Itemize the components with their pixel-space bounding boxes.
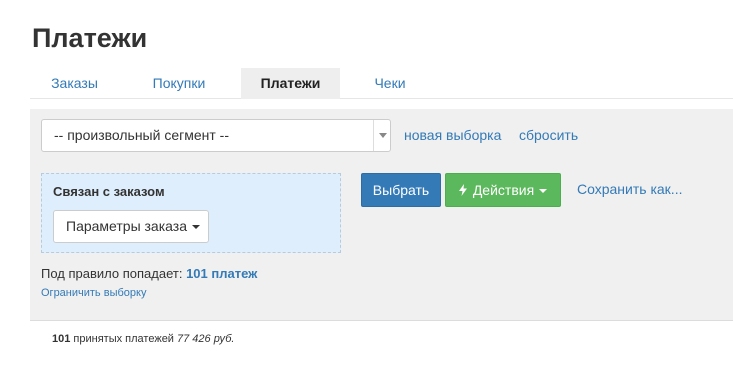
filter-panel: -- произвольный сегмент -- новая выборка… [30,109,733,321]
payments-summary: 101 принятых платежей 77 426 руб. [52,333,234,345]
condition-title: Связан с заказом [53,184,165,199]
condition-block: Связан с заказом Параметры заказа [41,173,341,253]
actions-button[interactable]: Действия [445,173,561,207]
rule-match-text: Под правило попадает: 101 платеж [41,266,257,281]
bolt-icon [458,184,467,196]
chevron-down-icon [379,133,387,138]
tab-purchases[interactable]: Покупки [130,68,228,99]
tab-orders[interactable]: Заказы [30,68,119,99]
tab-payments[interactable]: Платежи [241,68,340,99]
order-params-dropdown[interactable]: Параметры заказа [53,210,209,243]
segment-select-value: -- произвольный сегмент -- [54,127,229,143]
segment-select[interactable]: -- произвольный сегмент -- [41,119,391,152]
caret-down-icon [192,225,200,230]
summary-text: принятых платежей [73,333,174,345]
caret-down-icon [539,189,548,194]
summary-count: 101 [52,333,71,345]
select-button[interactable]: Выбрать [361,173,441,207]
summary-amount: 77 426 руб. [177,333,235,345]
tab-bar: Заказы Покупки Платежи Чеки [30,68,733,99]
rule-match-count-link[interactable]: 101 платеж [186,266,257,281]
tab-receipts[interactable]: Чеки [355,68,425,99]
segment-select-toggle[interactable] [373,120,390,151]
actions-button-label: Действия [472,182,535,198]
reset-link[interactable]: сбросить [519,119,578,152]
page-title: Платежи [32,23,148,53]
order-params-label: Параметры заказа [66,218,187,234]
new-selection-link[interactable]: новая выборка [404,119,501,152]
limit-selection-link[interactable]: Ограничить выборку [41,287,146,299]
save-as-link[interactable]: Сохранить как... [577,173,682,206]
rule-match-prefix: Под правило попадает: [41,266,183,281]
